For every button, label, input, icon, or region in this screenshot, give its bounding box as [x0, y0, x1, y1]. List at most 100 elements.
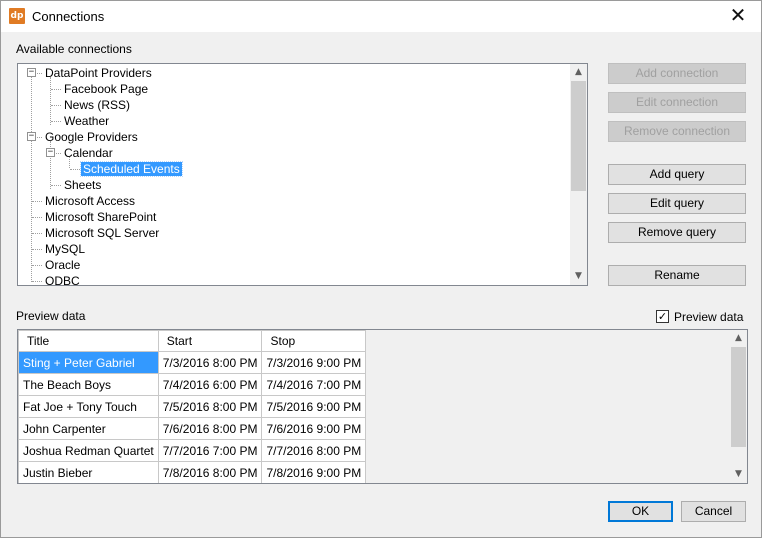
- column-header[interactable]: Title: [18, 330, 159, 352]
- window-title: Connections: [32, 9, 105, 24]
- tree-item[interactable]: Sheets: [62, 177, 103, 193]
- column-header[interactable]: Stop: [261, 330, 367, 352]
- column-header[interactable]: Start: [157, 330, 263, 352]
- title-bar: dp Connections ✕: [1, 1, 761, 32]
- preview-data-grid[interactable]: Title Start Stop Sting + Peter Gabriel 7/3/…: [17, 329, 748, 484]
- ok-button[interactable]: OK: [608, 501, 673, 522]
- preview-data-checkbox[interactable]: ✓: [656, 310, 669, 323]
- table-cell[interactable]: 7/8/2016 8:00 PM: [157, 461, 263, 483]
- tree-item[interactable]: Microsoft SQL Server: [43, 225, 161, 241]
- tree-item[interactable]: Microsoft SharePoint: [43, 209, 158, 225]
- collapse-icon[interactable]: −: [27, 68, 36, 77]
- tree-line: [50, 77, 51, 125]
- table-row[interactable]: Sting + Peter Gabriel 7/3/2016 8:00 PM 7/3…: [18, 351, 367, 374]
- tree-item-label: Google Providers: [45, 130, 138, 144]
- table-row[interactable]: Joshua Redman Quartet 7/7/2016 7:00 PM 7/7…: [18, 439, 367, 462]
- table-cell[interactable]: John Carpenter: [18, 417, 159, 440]
- tree-line: [32, 201, 42, 202]
- table-cell[interactable]: Fat Joe + Tony Touch: [18, 395, 159, 418]
- app-logo-icon: dp: [9, 8, 25, 24]
- tree-item[interactable]: Scheduled Events: [80, 161, 183, 177]
- table-row[interactable]: Fat Joe + Tony Touch 7/5/2016 8:00 PM 7/5/…: [18, 395, 367, 418]
- tree-line: [32, 265, 42, 266]
- collapse-icon[interactable]: −: [27, 132, 36, 141]
- tree-item[interactable]: DataPoint Providers: [43, 65, 154, 81]
- table-cell[interactable]: 7/7/2016 8:00 PM: [261, 439, 367, 462]
- tree-item-label: Facebook Page: [64, 82, 149, 96]
- tree-item-label: Oracle: [45, 258, 81, 272]
- tree-item[interactable]: Microsoft Access: [43, 193, 137, 209]
- tree-line: [32, 281, 42, 282]
- tree-item[interactable]: MySQL: [43, 241, 87, 257]
- scroll-up-icon[interactable]: ▲: [570, 64, 587, 81]
- tree-item[interactable]: News (RSS): [62, 97, 132, 113]
- table-row[interactable]: The Beach Boys 7/4/2016 6:00 PM 7/4/2016 7…: [18, 373, 367, 396]
- table-cell[interactable]: 7/8/2016 9:00 PM: [261, 461, 367, 483]
- tree-line: [51, 89, 61, 90]
- table-row[interactable]: Justin Bieber 7/8/2016 8:00 PM 7/8/2016 9:…: [18, 461, 367, 483]
- tree-item-label: ODBC: [45, 274, 80, 286]
- tree-item-label: Microsoft SQL Server: [45, 226, 160, 240]
- tree-line: [51, 185, 61, 186]
- table-cell[interactable]: 7/3/2016 9:00 PM: [261, 351, 367, 374]
- preview-table: Title Start Stop Sting + Peter Gabriel 7/3/…: [18, 330, 367, 483]
- tree-item-label: Sheets: [64, 178, 102, 192]
- table-cell[interactable]: 7/6/2016 8:00 PM: [157, 417, 263, 440]
- tree-item-label: Microsoft SharePoint: [45, 210, 157, 224]
- table-cell[interactable]: 7/4/2016 6:00 PM: [157, 373, 263, 396]
- tree-item[interactable]: Weather: [62, 113, 111, 129]
- tree-line: [51, 121, 61, 122]
- table-cell[interactable]: Joshua Redman Quartet: [18, 439, 159, 462]
- collapse-icon[interactable]: −: [46, 148, 55, 157]
- tree-item-label: DataPoint Providers: [45, 66, 152, 80]
- tree-item-label: Calendar: [64, 146, 113, 160]
- edit-query-button[interactable]: Edit query: [608, 193, 746, 214]
- tree-line: [32, 217, 42, 218]
- tree-line: [70, 169, 80, 170]
- table-cell[interactable]: 7/3/2016 8:00 PM: [157, 351, 263, 374]
- table-cell[interactable]: The Beach Boys: [18, 373, 159, 396]
- tree-item[interactable]: Google Providers: [43, 129, 140, 145]
- tree-item-label: News (RSS): [64, 98, 131, 112]
- preview-data-checkbox-label[interactable]: Preview data: [674, 310, 743, 324]
- table-cell[interactable]: 7/6/2016 9:00 PM: [261, 417, 367, 440]
- scroll-up-icon[interactable]: ▲: [730, 330, 747, 347]
- add-connection-button[interactable]: Add connection: [608, 63, 746, 84]
- tree-item[interactable]: Facebook Page: [62, 81, 150, 97]
- grid-vertical-scrollbar[interactable]: ▲ ▼: [730, 330, 747, 483]
- table-cell[interactable]: 7/5/2016 8:00 PM: [157, 395, 263, 418]
- scrollbar-thumb[interactable]: [571, 81, 586, 191]
- edit-connection-button[interactable]: Edit connection: [608, 92, 746, 113]
- table-row[interactable]: John Carpenter 7/6/2016 8:00 PM 7/6/2016 9…: [18, 417, 367, 440]
- cancel-button[interactable]: Cancel: [681, 501, 746, 522]
- remove-query-button[interactable]: Remove query: [608, 222, 746, 243]
- table-cell[interactable]: 7/4/2016 7:00 PM: [261, 373, 367, 396]
- connections-tree[interactable]: DataPoint Providers − Facebook Page News (R…: [17, 63, 588, 286]
- scroll-down-icon[interactable]: ▼: [730, 466, 747, 483]
- available-connections-label: Available connections: [16, 42, 132, 56]
- tree-line: [51, 105, 61, 106]
- tree-item-label: MySQL: [45, 242, 86, 256]
- connections-dialog: dp Connections ✕ Available connections D…: [0, 0, 762, 538]
- table-cell[interactable]: 7/5/2016 9:00 PM: [261, 395, 367, 418]
- tree-item[interactable]: Calendar: [62, 145, 115, 161]
- table-cell[interactable]: Sting + Peter Gabriel: [18, 351, 159, 374]
- table-cell[interactable]: 7/7/2016 7:00 PM: [157, 439, 263, 462]
- tree-item-label: Microsoft Access: [45, 194, 136, 208]
- tree-line: [31, 76, 32, 282]
- tree-item[interactable]: ODBC: [43, 273, 82, 286]
- tree-item[interactable]: Oracle: [43, 257, 82, 273]
- tree-item-label: Scheduled Events: [80, 161, 183, 177]
- add-query-button[interactable]: Add query: [608, 164, 746, 185]
- tree-vertical-scrollbar[interactable]: ▲ ▼: [570, 64, 587, 285]
- remove-connection-button[interactable]: Remove connection: [608, 121, 746, 142]
- tree-line: [32, 233, 42, 234]
- rename-button[interactable]: Rename: [608, 265, 746, 286]
- tree-item-label: Weather: [64, 114, 110, 128]
- scrollbar-thumb[interactable]: [731, 347, 746, 447]
- close-icon[interactable]: ✕: [715, 1, 761, 32]
- tree-line: [32, 249, 42, 250]
- table-cell[interactable]: Justin Bieber: [18, 461, 159, 483]
- scroll-down-icon[interactable]: ▼: [570, 268, 587, 285]
- preview-data-label: Preview data: [16, 309, 86, 323]
